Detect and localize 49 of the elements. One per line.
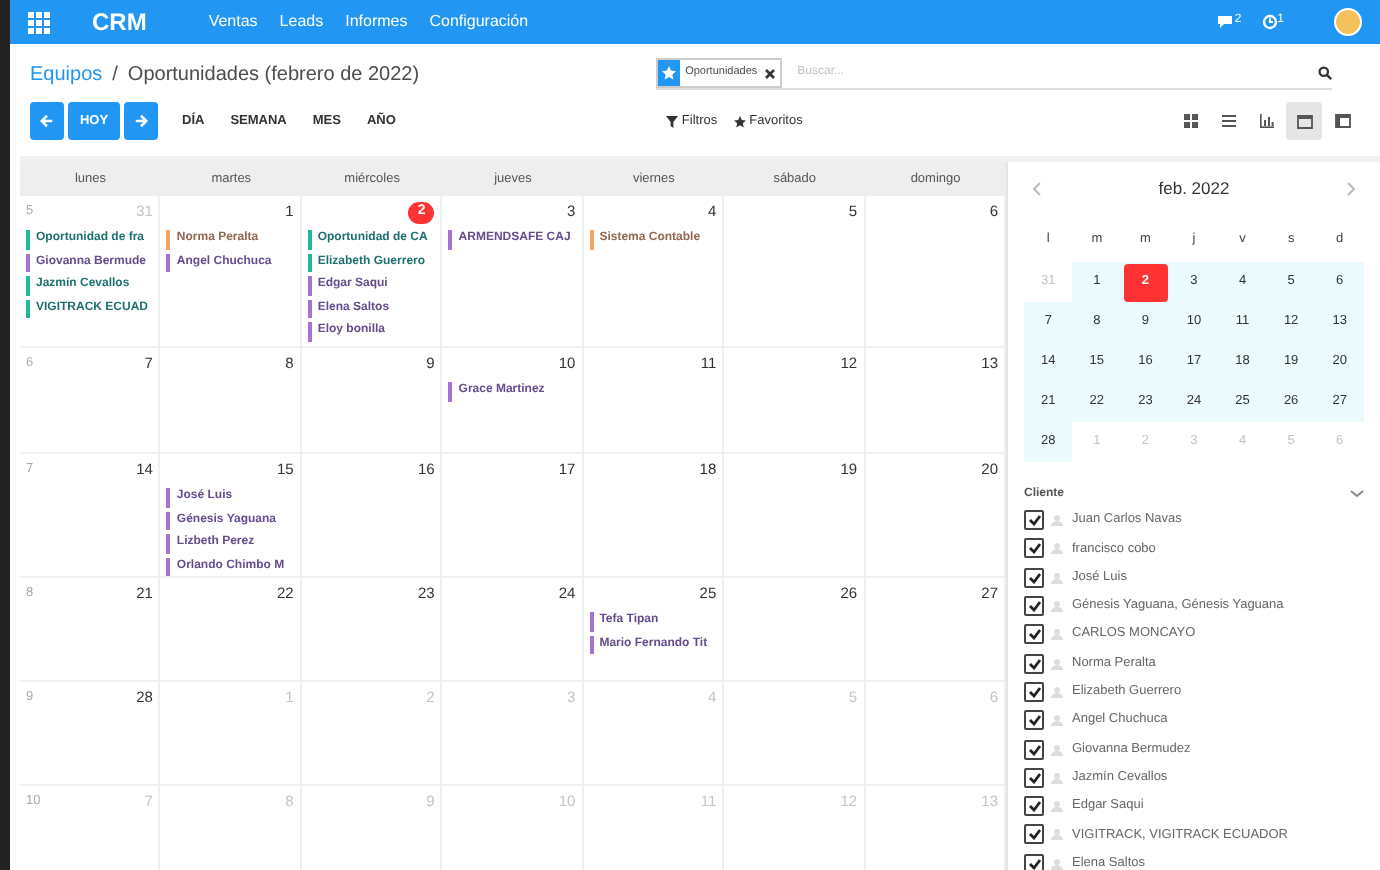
page-title: Oportunidades (febrero de 2022): [127, 61, 420, 89]
checkbox[interactable]: [1024, 853, 1044, 870]
star-icon: [733, 115, 746, 127]
month-title: feb. 2022: [1158, 175, 1230, 201]
previous-button[interactable]: [30, 102, 64, 140]
person-icon: [1050, 857, 1064, 870]
checkbox[interactable]: [1024, 624, 1044, 645]
person-icon: [1050, 628, 1064, 641]
chevron-down-icon[interactable]: [1350, 490, 1364, 498]
calendar-view-button[interactable]: [1286, 102, 1322, 140]
right-arrow-icon: [134, 114, 148, 128]
person-icon: [1050, 800, 1064, 813]
left-arrow-icon: [40, 114, 54, 128]
star-icon: [661, 66, 676, 80]
user-avatar[interactable]: [1334, 8, 1362, 36]
checkbox[interactable]: [1024, 824, 1044, 845]
filter-icon: [665, 115, 678, 127]
person-icon: [1050, 714, 1064, 727]
person-icon: [1050, 571, 1064, 584]
pivot-icon: [1333, 112, 1351, 130]
checkbox[interactable]: [1024, 653, 1044, 674]
checkbox[interactable]: [1024, 681, 1044, 702]
next-button[interactable]: [124, 102, 158, 140]
search-icon[interactable]: [1317, 66, 1332, 80]
person-icon: [1050, 514, 1064, 527]
person-icon: [1050, 771, 1064, 784]
checkbox[interactable]: [1024, 796, 1044, 817]
person-icon: [1050, 657, 1064, 670]
checkbox[interactable]: [1024, 596, 1044, 617]
person-icon: [1050, 743, 1064, 756]
checkbox[interactable]: [1024, 739, 1044, 760]
person-icon: [1050, 828, 1064, 841]
checkbox[interactable]: [1024, 538, 1044, 559]
person-icon: [1050, 542, 1064, 555]
kanban-icon: [1181, 112, 1199, 130]
person-icon: [1050, 600, 1064, 613]
checkbox[interactable]: [1024, 710, 1044, 731]
remove-icon[interactable]: [763, 67, 776, 79]
breadcrumb-separator: /: [112, 61, 118, 89]
checkbox[interactable]: [1024, 767, 1044, 788]
person-icon: [1050, 685, 1064, 698]
clock-icon[interactable]: [1261, 14, 1278, 30]
chat-icon[interactable]: [1216, 14, 1235, 30]
calendar-icon: [1295, 112, 1313, 130]
checkbox[interactable]: [1024, 567, 1044, 588]
graph-icon: [1257, 112, 1275, 130]
checkbox[interactable]: [1024, 510, 1044, 531]
apps-grid-icon[interactable]: [28, 11, 50, 33]
list-icon: [1219, 112, 1237, 130]
